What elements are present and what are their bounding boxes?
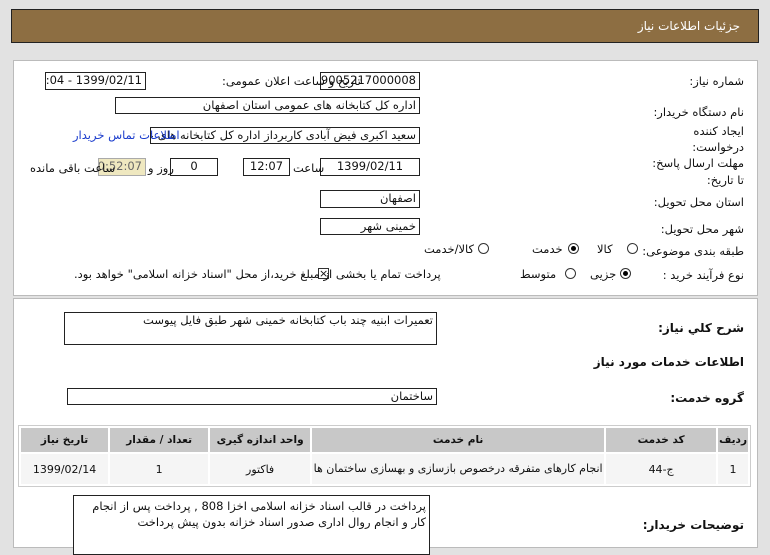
announce-label: تاریخ و ساعت اعلان عمومی: (222, 74, 361, 88)
description-field: تعمیرات ابنیه چند باب کتابخانه خمینی شهر… (64, 312, 437, 345)
category-goods-label: کالا (597, 242, 613, 256)
process-minor-label: جزیی (590, 267, 617, 281)
col-unit: واحد اندازه گیری (210, 428, 311, 452)
announce-field: 1399/02/11 - 11:04 (45, 72, 146, 90)
description-label: شرح کلي نياز: (658, 321, 744, 335)
category-goods-service-label: کالا/خدمت (424, 242, 475, 256)
notes-field: پرداخت در قالب اسناد خزانه اسلامی اخزا 8… (73, 495, 430, 555)
creator-label-2: درخواست: (692, 140, 744, 154)
services-table: ردیف کد خدمت نام خدمت واحد اندازه گیری ت… (19, 426, 750, 486)
service-group-field: ساختمان (67, 388, 437, 405)
buyer-org-field: اداره کل کتابخانه های عمومی استان اصفهان (115, 97, 420, 114)
deadline-label-2: تا تاریخ: (706, 173, 744, 187)
table-row: 1 ج-44 انجام کارهای متفرقه درخصوص بازساز… (21, 454, 748, 484)
need-info-panel (13, 60, 758, 296)
cell-code: ج-44 (606, 454, 717, 484)
buyer-org-label: نام دستگاه خریدار: (653, 105, 744, 119)
col-code: کد خدمت (606, 428, 717, 452)
days-label: روز و (148, 161, 174, 175)
city-label: شهر محل تحویل: (660, 222, 744, 236)
category-radio-goods[interactable] (627, 243, 638, 254)
province-field: اصفهان (320, 190, 420, 208)
service-group-label: گروه خدمت: (670, 391, 744, 405)
city-field: خمینی شهر (320, 218, 420, 235)
process-radio-minor[interactable] (620, 268, 631, 279)
process-medium-label: متوسط (520, 267, 557, 281)
table-header-row: ردیف کد خدمت نام خدمت واحد اندازه گیری ت… (21, 428, 748, 452)
cell-row: 1 (718, 454, 748, 484)
process-radio-medium[interactable] (565, 268, 576, 279)
page-header: جزئیات اطلاعات نیاز (11, 9, 759, 43)
category-service-label: خدمت (532, 242, 563, 256)
deadline-time-field: 12:07 (243, 158, 290, 176)
days-field: 0 (170, 158, 218, 176)
cell-date: 1399/02/14 (21, 454, 109, 484)
deadline-date-field: 1399/02/11 (320, 158, 420, 176)
creator-label: ایجاد کننده (693, 124, 744, 138)
category-radio-service[interactable] (568, 243, 579, 254)
payment-note: پرداخت تمام یا بخشی از مبلغ خرید،از محل … (74, 267, 441, 281)
page-title: جزئیات اطلاعات نیاز (637, 19, 740, 33)
col-date: تاریخ نیاز (21, 428, 109, 452)
deadline-label: مهلت ارسال پاسخ: (652, 156, 744, 170)
services-title: اطلاعات خدمات مورد نیاز (593, 355, 744, 369)
category-radio-goods-service[interactable] (478, 243, 489, 254)
col-qty: تعداد / مقدار (110, 428, 209, 452)
cell-name: انجام کارهای متفرقه درخصوص بازسازی و بهس… (312, 454, 605, 484)
category-label: طبقه بندی موضوعی: (642, 244, 744, 258)
col-row: ردیف (718, 428, 748, 452)
cell-qty: 1 (110, 454, 209, 484)
notes-label: توضیحات خریدار: (642, 518, 744, 532)
creator-field: سعید اکبری فیض آبادی کاربرداز اداره کل ک… (150, 127, 420, 144)
need-number-label: شماره نیاز: (689, 74, 744, 88)
remaining-label: ساعت باقی مانده (30, 161, 116, 175)
col-name: نام خدمت (312, 428, 605, 452)
contact-buyer-link[interactable]: اطلاعات تماس خریدار (73, 128, 180, 142)
services-table-wrap: ردیف کد خدمت نام خدمت واحد اندازه گیری ت… (18, 425, 751, 487)
process-label: نوع فرآیند خرید : (662, 268, 744, 282)
province-label: استان محل تحویل: (653, 195, 744, 209)
cell-unit: فاکتور (210, 454, 311, 484)
time-label: ساعت (293, 161, 325, 175)
